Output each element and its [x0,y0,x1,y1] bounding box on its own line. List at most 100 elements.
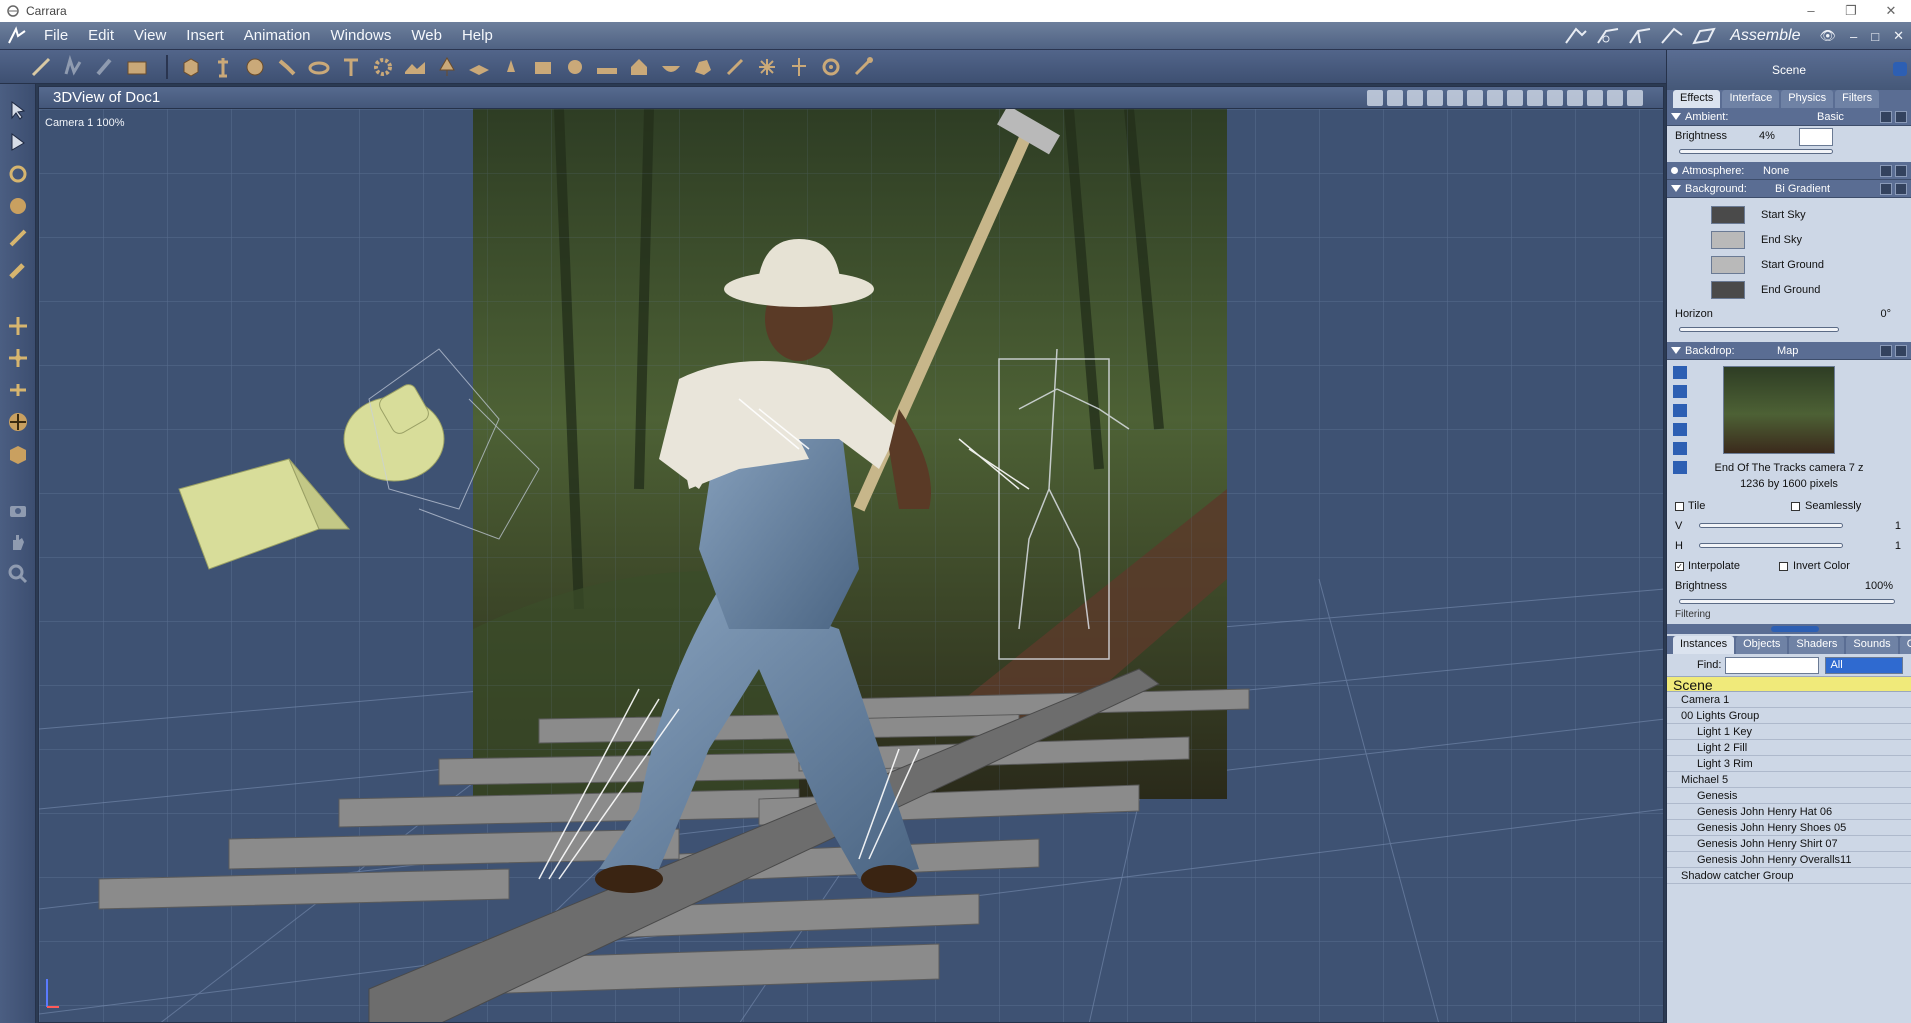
open-map-icon[interactable] [1673,366,1687,379]
panel-splitter[interactable] [1667,624,1911,634]
carrara-logo-icon[interactable] [0,22,34,50]
scene-render[interactable] [39,109,1664,1023]
render-area-icon[interactable] [124,54,150,80]
tab-sounds[interactable]: Sounds [1846,636,1898,654]
collapse-triangle-icon[interactable] [1671,113,1681,120]
filter-select[interactable]: All [1825,656,1904,674]
insert-aci-icon[interactable] [594,54,620,80]
insert-text-icon[interactable] [338,54,364,80]
layout-four-icon[interactable] [1487,90,1503,106]
zoom-tool-icon[interactable] [6,562,30,586]
render-shaded-icon[interactable] [1567,90,1583,106]
layout-custom-icon[interactable] [1507,90,1523,106]
flip-horizontal-icon[interactable] [1673,404,1687,417]
color-swatch[interactable] [1711,205,1745,224]
menu-file[interactable]: File [34,22,78,50]
minimize-button[interactable]: – [1791,0,1831,22]
close-window-button[interactable]: ✕ [1871,0,1911,22]
render-sphere-icon[interactable] [1607,90,1623,106]
atmosphere-value[interactable]: None [1763,165,1789,177]
assemble-room-icon[interactable] [1562,25,1590,47]
load-preset-icon[interactable] [1895,345,1907,357]
tree-node[interactable]: Light 3 Rim [1667,756,1911,772]
load-preset-icon[interactable] [1895,165,1907,177]
tile-checkbox[interactable] [1675,501,1684,511]
direct-select-icon[interactable] [6,130,30,154]
ambient-value[interactable]: Basic [1817,111,1844,123]
select-arrow-icon[interactable] [6,98,30,122]
menu-animation[interactable]: Animation [234,22,321,50]
load-preset-icon[interactable] [1895,111,1907,123]
v-slider[interactable] [1699,523,1843,528]
brush-tool-icon[interactable] [92,54,118,80]
texture-room-icon[interactable] [1658,25,1686,47]
insert-sphere-icon[interactable] [242,54,268,80]
minimize-doc-button[interactable]: – [1850,29,1857,44]
backdrop-section[interactable]: Backdrop: Map [1667,342,1911,360]
layout-two-icon[interactable] [1467,90,1483,106]
backdrop-brightness-slider[interactable] [1679,599,1895,604]
restore-doc-button[interactable]: □ [1871,29,1879,44]
flip-vertical-icon[interactable] [1673,423,1687,436]
insert-gear-icon[interactable] [370,54,396,80]
menu-windows[interactable]: Windows [321,22,402,50]
ambient-brightness-slider[interactable] [1679,149,1833,154]
h-slider[interactable] [1699,543,1843,548]
menu-help[interactable]: Help [452,22,503,50]
load-preset-icon[interactable] [1895,183,1907,195]
color-swatch[interactable] [1711,255,1745,274]
save-preset-icon[interactable] [1880,165,1892,177]
layout-single-icon[interactable] [1447,90,1463,106]
horizon-slider[interactable] [1679,327,1839,332]
tree-node[interactable]: Genesis John Henry Shoes 05 [1667,820,1911,836]
orbit-tool-icon[interactable] [6,410,30,434]
ambient-section[interactable]: Ambient: Basic [1667,108,1911,126]
collapse-triangle-icon[interactable] [1671,347,1681,354]
menu-web[interactable]: Web [401,22,452,50]
move-xy-tool-icon[interactable] [6,314,30,338]
rotate-tool-icon[interactable] [6,162,30,186]
insert-terrain-icon[interactable] [402,54,428,80]
splitter-handle[interactable] [1771,626,1819,632]
close-doc-button[interactable]: ✕ [1893,28,1904,44]
backdrop-value[interactable]: Map [1777,345,1798,357]
insert-torus-icon[interactable] [306,54,332,80]
backdrop-thumbnail[interactable] [1723,366,1835,454]
insert-wand-icon[interactable] [722,54,748,80]
scale-tool-icon[interactable] [6,378,30,402]
insert-light-icon[interactable] [498,54,524,80]
collapse-triangle-icon[interactable] [1671,185,1681,192]
tab-interface[interactable]: Interface [1722,90,1780,108]
restore-button[interactable]: ❐ [1831,0,1871,22]
tab-objects[interactable]: Objects [1736,636,1788,654]
model-room-icon[interactable] [1594,25,1622,47]
insert-group-icon[interactable] [530,54,556,80]
rotate-map-icon[interactable] [1673,442,1687,455]
3d-viewport[interactable]: 3DView of Doc1 Camera 1 100% [38,86,1664,1023]
color-swatch[interactable] [1711,280,1745,299]
tab-clips[interactable]: Clips [1899,636,1911,654]
menu-view[interactable]: View [124,22,176,50]
tree-node[interactable]: Shadow catcher Group [1667,868,1911,884]
tree-node[interactable]: Michael 5 [1667,772,1911,788]
interpolate-checkbox[interactable]: ✓ [1675,561,1684,571]
tree-node[interactable]: Genesis John Henry Shirt 07 [1667,836,1911,852]
insert-fx-icon[interactable] [562,54,588,80]
tab-filters[interactable]: Filters [1835,90,1880,108]
tab-instances[interactable]: Instances [1673,636,1735,654]
insert-target-icon[interactable] [818,54,844,80]
background-section[interactable]: Background: Bi Gradient [1667,180,1911,198]
tree-node[interactable]: Genesis John Henry Overalls11 [1667,852,1911,868]
render-preview-icon[interactable] [1587,90,1603,106]
tab-physics[interactable]: Physics [1781,90,1834,108]
find-input[interactable] [1725,656,1820,674]
insert-figure-icon[interactable] [210,54,236,80]
map-info-icon[interactable] [1673,461,1687,474]
texture-tool-icon[interactable] [6,442,30,466]
atmosphere-section[interactable]: Atmosphere: None [1667,162,1911,180]
insert-skeleton-icon[interactable] [786,54,812,80]
save-preset-icon[interactable] [1880,183,1892,195]
tab-effects[interactable]: Effects [1673,90,1721,108]
seamlessly-checkbox[interactable] [1791,502,1800,511]
virtual-trackball-icon[interactable] [6,194,30,218]
